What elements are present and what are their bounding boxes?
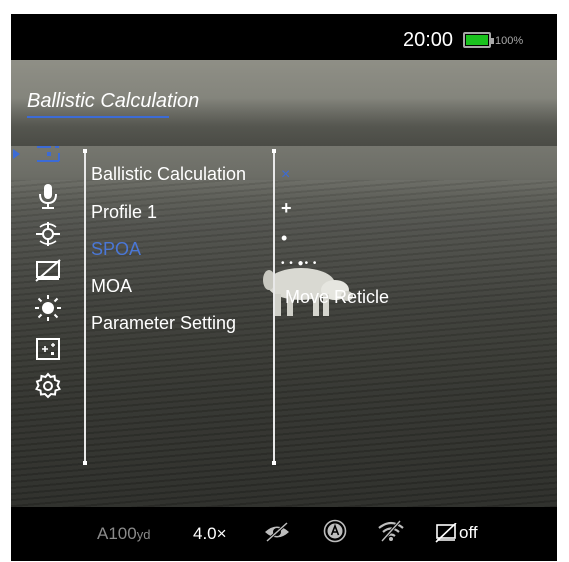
reticle-dot-option[interactable]: • bbox=[281, 228, 287, 249]
menu-item-parameter-setting[interactable]: Parameter Setting bbox=[91, 313, 236, 334]
calibration-icon[interactable] bbox=[29, 220, 67, 248]
display-off-icon[interactable] bbox=[29, 257, 67, 285]
display-off-small-icon bbox=[435, 521, 457, 543]
bottom-status-bar: A100yd 4.0× off bbox=[11, 507, 557, 561]
settings-gear-icon[interactable] bbox=[29, 372, 67, 400]
selected-caret-icon bbox=[13, 149, 20, 159]
wifi-off-icon bbox=[377, 519, 405, 547]
menu-right-divider bbox=[273, 151, 275, 463]
status-bar: 20:00 100% bbox=[11, 14, 557, 60]
zoom-level: 4.0× bbox=[193, 524, 227, 543]
range-unit: yd bbox=[136, 527, 151, 542]
menu-left-bottom-tick bbox=[83, 461, 87, 465]
menu-item-profile[interactable]: Profile 1 bbox=[91, 202, 157, 223]
menu-item-ballistic-calculation[interactable]: Ballistic Calculation bbox=[91, 164, 246, 185]
move-reticle-label[interactable]: Move Reticle bbox=[285, 287, 389, 308]
title-underline bbox=[27, 116, 169, 118]
menu-left-top-tick bbox=[83, 149, 87, 153]
menu-right-top-tick bbox=[272, 149, 276, 153]
thermal-view: Ballistic Calculation Ballistic Calculat… bbox=[11, 60, 557, 507]
range-value: A100 bbox=[97, 524, 137, 543]
device-screen: 20:00 100% Ballistic Calculation Ballist… bbox=[11, 14, 557, 561]
range-indicator: A100yd bbox=[97, 524, 150, 544]
reticle-plus-option[interactable]: + bbox=[281, 198, 292, 219]
brightness-icon[interactable] bbox=[29, 294, 67, 322]
microphone-icon[interactable] bbox=[29, 182, 67, 210]
page-title: Ballistic Calculation bbox=[27, 90, 200, 112]
reticle-plus-icon[interactable] bbox=[29, 335, 67, 363]
eye-off-icon bbox=[263, 521, 291, 548]
menu-item-moa[interactable]: MOA bbox=[91, 276, 132, 297]
reticle-cross-option[interactable]: × bbox=[281, 166, 290, 184]
reticle-dots-option[interactable]: • • ●• • bbox=[281, 258, 317, 269]
battery-fill bbox=[466, 35, 488, 45]
auto-mode-icon bbox=[323, 519, 347, 548]
battery-tip bbox=[491, 38, 494, 44]
menu-right-bottom-tick bbox=[272, 461, 276, 465]
battery-icon bbox=[463, 32, 494, 48]
clock: 20:00 bbox=[403, 29, 454, 51]
battery-percentage: 100% bbox=[495, 35, 524, 47]
display-off-label: off bbox=[459, 522, 478, 542]
menu-item-spoa[interactable]: SPOA bbox=[91, 239, 141, 260]
display-off-status: off bbox=[435, 521, 478, 543]
menu-left-divider bbox=[84, 151, 86, 463]
reticle-icon[interactable] bbox=[29, 140, 67, 168]
